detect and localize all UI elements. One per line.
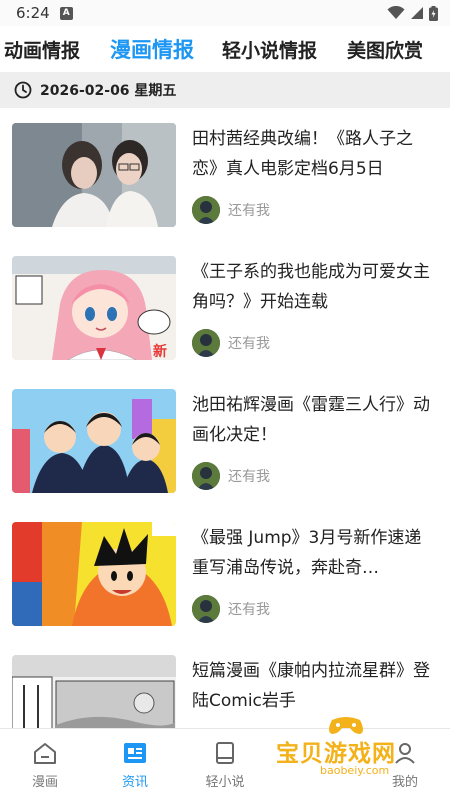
news-thumbnail[interactable] bbox=[12, 389, 176, 493]
watermark-url: baobeiy.com bbox=[320, 764, 390, 777]
status-icons bbox=[387, 5, 438, 21]
news-item[interactable]: 新 《王子系的我也能成为可爱女主角吗？》开始连载 还有我 bbox=[0, 241, 450, 374]
news-item[interactable]: 《最强 Jump》3月号新作速递 重写浦岛传说，奔赴奇… 还有我 bbox=[0, 507, 450, 640]
author-name: 还有我 bbox=[228, 469, 270, 485]
news-thumbnail[interactable] bbox=[12, 123, 176, 227]
news-item[interactable]: 田村茜经典改编！《路人子之恋》真人电影定档6月5日 还有我 bbox=[0, 108, 450, 241]
notification-icon: A bbox=[59, 6, 73, 20]
nav-label: 漫画 bbox=[31, 775, 58, 790]
category-tabs: 动画情报 漫画情报 轻小说情报 美图欣赏 bbox=[0, 26, 450, 72]
date-label: 2026-02-06 星期五 bbox=[40, 83, 177, 99]
clock-icon bbox=[14, 81, 32, 99]
news-title[interactable]: 田村茜经典改编！《路人子之恋》真人电影定档6月5日 bbox=[192, 124, 436, 184]
news-title[interactable]: 池田祐辉漫画《雷霆三人行》动画化决定！ bbox=[192, 390, 436, 450]
watermark: 宝贝游戏网 baobeiy.com bbox=[268, 712, 428, 782]
signal-icon bbox=[411, 7, 423, 19]
tab-light-novel-news[interactable]: 轻小说情报 bbox=[218, 36, 317, 63]
gamepad-icon bbox=[329, 717, 363, 734]
book-icon bbox=[216, 742, 234, 764]
nav-label: 轻小说 bbox=[205, 775, 245, 790]
author-name: 还有我 bbox=[228, 336, 270, 352]
home-icon bbox=[34, 743, 56, 764]
tab-gallery[interactable]: 美图欣赏 bbox=[343, 36, 423, 63]
nav-light-novel[interactable]: 轻小说 bbox=[180, 729, 270, 800]
date-bar: 2026-02-06 星期五 bbox=[0, 72, 450, 108]
author-name: 还有我 bbox=[228, 602, 270, 618]
watermark-text: 宝贝游戏网 bbox=[276, 741, 396, 767]
author-avatar bbox=[192, 196, 220, 224]
author-info: 还有我 bbox=[192, 462, 270, 490]
author-avatar bbox=[192, 462, 220, 490]
status-time: 6:24 bbox=[16, 4, 50, 22]
wifi-icon bbox=[387, 6, 405, 19]
news-title[interactable]: 《王子系的我也能成为可爱女主角吗？》开始连载 bbox=[192, 257, 436, 317]
author-info: 还有我 bbox=[192, 196, 270, 224]
news-item[interactable]: 池田祐辉漫画《雷霆三人行》动画化决定！ 还有我 bbox=[0, 374, 450, 507]
author-avatar bbox=[192, 595, 220, 623]
battery-icon bbox=[429, 5, 438, 21]
svg-text:新: 新 bbox=[153, 343, 167, 360]
author-info: 还有我 bbox=[192, 595, 270, 623]
news-title[interactable]: 短篇漫画《康帕内拉流星群》登陆Comic岩手 bbox=[192, 656, 436, 716]
author-info: 还有我 bbox=[192, 329, 270, 357]
tab-manga-news[interactable]: 漫画情报 bbox=[106, 34, 194, 64]
nav-news[interactable]: 资讯 bbox=[90, 729, 180, 800]
author-avatar bbox=[192, 329, 220, 357]
nav-label: 资讯 bbox=[121, 775, 148, 790]
status-bar: 6:24 A bbox=[0, 0, 450, 26]
news-icon bbox=[124, 743, 146, 763]
news-thumbnail[interactable] bbox=[12, 522, 176, 626]
author-name: 还有我 bbox=[228, 203, 270, 219]
tab-anime-news[interactable]: 动画情报 bbox=[0, 36, 80, 63]
news-title[interactable]: 《最强 Jump》3月号新作速递 重写浦岛传说，奔赴奇… bbox=[192, 523, 436, 583]
news-thumbnail[interactable]: 新 bbox=[12, 256, 176, 360]
nav-manga[interactable]: 漫画 bbox=[0, 729, 90, 800]
